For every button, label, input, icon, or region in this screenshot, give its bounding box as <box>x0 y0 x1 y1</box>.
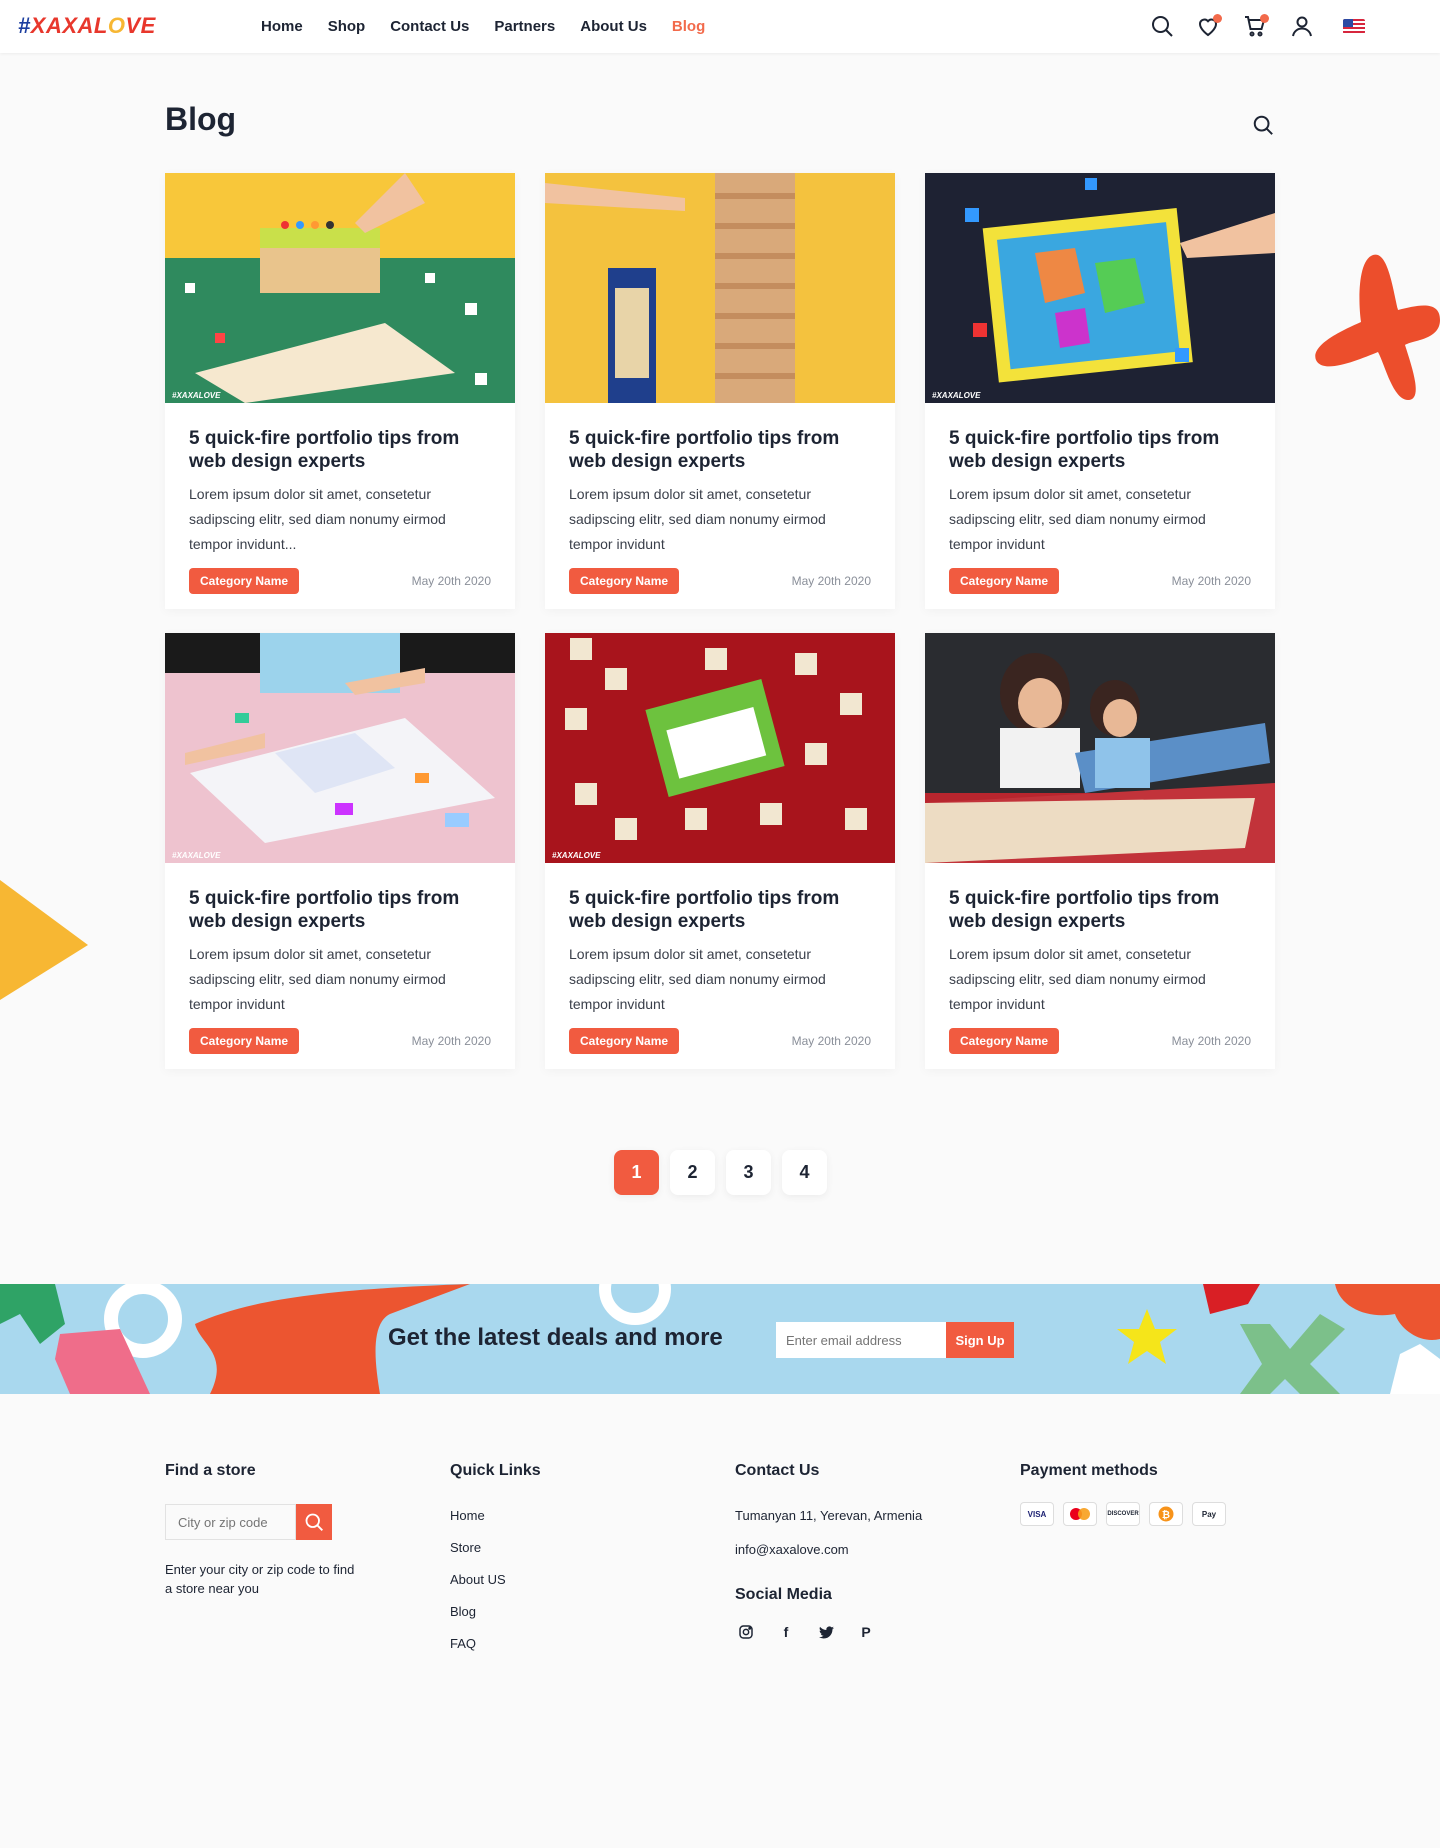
blog-card-image[interactable] <box>925 633 1275 863</box>
contact-email[interactable]: info@xaxalove.com <box>735 1542 849 1557</box>
page-title: Blog <box>165 101 237 137</box>
decorative-yellow-shape <box>0 880 88 1000</box>
page-4-button[interactable]: 4 <box>782 1150 827 1195</box>
apple-pay-icon: Pay <box>1192 1502 1226 1526</box>
category-badge[interactable]: Category Name <box>569 1028 680 1054</box>
store-search-help: Enter your city or zip code to find a st… <box>165 1562 355 1596</box>
category-badge[interactable]: Category Name <box>949 1028 1060 1054</box>
blog-card: 5 quick-fire portfolio tips from web des… <box>925 633 1275 1069</box>
footer-link-about[interactable]: About US <box>450 1572 506 1587</box>
category-badge[interactable]: Category Name <box>949 568 1060 594</box>
blog-search-icon[interactable] <box>1252 114 1274 136</box>
footer-link-faq[interactable]: FAQ <box>450 1636 476 1651</box>
image-watermark: #XAXALOVE <box>932 391 981 400</box>
footer-link-blog[interactable]: Blog <box>450 1604 476 1619</box>
visa-icon: VISA <box>1020 1502 1054 1526</box>
discover-icon: DISCOVER <box>1106 1502 1140 1526</box>
footer-link-home[interactable]: Home <box>450 1508 485 1523</box>
page-1-button[interactable]: 1 <box>614 1150 659 1195</box>
contact-title: Contact Us <box>735 1462 820 1479</box>
footer-link-store[interactable]: Store <box>450 1540 481 1555</box>
newsletter-signup-button[interactable]: Sign Up <box>946 1322 1014 1358</box>
blog-card-date: May 20th 2020 <box>411 1034 491 1048</box>
blog-card-title[interactable]: 5 quick-fire portfolio tips from web des… <box>189 887 491 933</box>
image-watermark: #XAXALOVE <box>552 851 601 860</box>
nav-blog[interactable]: Blog <box>672 18 705 35</box>
top-header: #XAXALOVE Home Shop Contact Us Partners … <box>0 0 1440 53</box>
find-store-title: Find a store <box>165 1462 256 1479</box>
cart-icon[interactable] <box>1243 14 1269 40</box>
logo[interactable]: #XAXALOVE <box>18 13 156 39</box>
blog-card-date: May 20th 2020 <box>791 574 871 588</box>
blog-card-image[interactable]: #XAXALOVE <box>165 173 515 403</box>
blog-card-date: May 20th 2020 <box>411 574 491 588</box>
image-watermark: #XAXALOVE <box>172 391 221 400</box>
instagram-icon[interactable] <box>737 1623 755 1641</box>
social-media-title: Social Media <box>735 1586 832 1603</box>
blog-card-excerpt: Lorem ipsum dolor sit amet, consetetur s… <box>569 486 826 552</box>
blog-post-grid: #XAXALOVE 5 quick-fire portfolio tips fr… <box>165 173 1275 1069</box>
user-icon[interactable] <box>1290 14 1316 40</box>
nav-contact-us[interactable]: Contact Us <box>390 18 469 35</box>
blog-card-title[interactable]: 5 quick-fire portfolio tips from web des… <box>949 887 1251 933</box>
facebook-icon[interactable]: f <box>777 1623 795 1641</box>
blog-card-date: May 20th 2020 <box>1171 574 1251 588</box>
wishlist-badge <box>1213 14 1222 23</box>
blog-card-title[interactable]: 5 quick-fire portfolio tips from web des… <box>569 887 871 933</box>
store-search-button[interactable] <box>296 1504 332 1540</box>
us-flag-icon[interactable] <box>1343 19 1365 34</box>
quick-links-title: Quick Links <box>450 1462 541 1479</box>
blog-card-date: May 20th 2020 <box>791 1034 871 1048</box>
newsletter-email-input[interactable] <box>776 1322 946 1358</box>
blog-card-excerpt: Lorem ipsum dolor sit amet, consetetur s… <box>189 946 446 1012</box>
decorative-orange-x-shape <box>1315 254 1440 400</box>
nav-about-us[interactable]: About Us <box>580 18 647 35</box>
blog-card: 5 quick-fire portfolio tips from web des… <box>545 173 895 609</box>
cart-badge <box>1260 14 1269 23</box>
store-search-input[interactable] <box>165 1504 296 1540</box>
blog-card-excerpt: Lorem ipsum dolor sit amet, consetetur s… <box>189 486 446 552</box>
nav-home[interactable]: Home <box>261 18 303 35</box>
category-badge[interactable]: Category Name <box>189 568 300 594</box>
blog-card-image[interactable] <box>545 173 895 403</box>
blog-card-image[interactable]: #XAXALOVE <box>545 633 895 863</box>
nav-shop[interactable]: Shop <box>328 18 366 35</box>
pinterest-icon[interactable]: P <box>857 1623 875 1641</box>
blog-card-excerpt: Lorem ipsum dolor sit amet, consetetur s… <box>569 946 826 1012</box>
blog-card-title[interactable]: 5 quick-fire portfolio tips from web des… <box>569 427 871 473</box>
blog-card-title[interactable]: 5 quick-fire portfolio tips from web des… <box>949 427 1251 473</box>
search-icon <box>305 1513 323 1531</box>
page-3-button[interactable]: 3 <box>726 1150 771 1195</box>
page-2-button[interactable]: 2 <box>670 1150 715 1195</box>
bitcoin-icon: ₿ <box>1149 1502 1183 1526</box>
blog-card: #XAXALOVE 5 quick-fire portfolio tips fr… <box>165 173 515 609</box>
newsletter-banner: Get the latest deals and more Sign Up <box>0 1284 1440 1394</box>
mastercard-icon <box>1063 1502 1097 1526</box>
blog-card-title[interactable]: 5 quick-fire portfolio tips from web des… <box>189 427 491 473</box>
blog-card-excerpt: Lorem ipsum dolor sit amet, consetetur s… <box>949 946 1206 1012</box>
heart-icon[interactable] <box>1196 14 1222 40</box>
payment-methods-title: Payment methods <box>1020 1462 1158 1479</box>
blog-card-excerpt: Lorem ipsum dolor sit amet, consetetur s… <box>949 486 1206 552</box>
contact-address: Tumanyan 11, Yerevan, Armenia <box>735 1508 923 1523</box>
category-badge[interactable]: Category Name <box>569 568 680 594</box>
newsletter-heading: Get the latest deals and more <box>388 1324 723 1351</box>
pagination: 1 2 3 4 <box>614 1150 827 1195</box>
image-watermark: #XAXALOVE <box>172 851 221 860</box>
twitter-icon[interactable] <box>817 1623 835 1641</box>
svg-text:₿: ₿ <box>1162 1509 1170 1521</box>
blog-card: #XAXALOVE 5 quick-fire portfolio tips fr… <box>925 173 1275 609</box>
apple-pay-label: Pay <box>1201 1509 1217 1519</box>
blog-card: #XAXALOVE 5 quick-fire portfolio tips fr… <box>545 633 895 1069</box>
category-badge[interactable]: Category Name <box>189 1028 300 1054</box>
blog-card-image[interactable]: #XAXALOVE <box>165 633 515 863</box>
main-nav: Home Shop Contact Us Partners About Us B… <box>261 18 730 35</box>
blog-card-date: May 20th 2020 <box>1171 1034 1251 1048</box>
search-icon[interactable] <box>1150 14 1176 40</box>
nav-partners[interactable]: Partners <box>494 18 555 35</box>
blog-card: #XAXALOVE 5 quick-fire portfolio tips fr… <box>165 633 515 1069</box>
blog-card-image[interactable]: #XAXALOVE <box>925 173 1275 403</box>
